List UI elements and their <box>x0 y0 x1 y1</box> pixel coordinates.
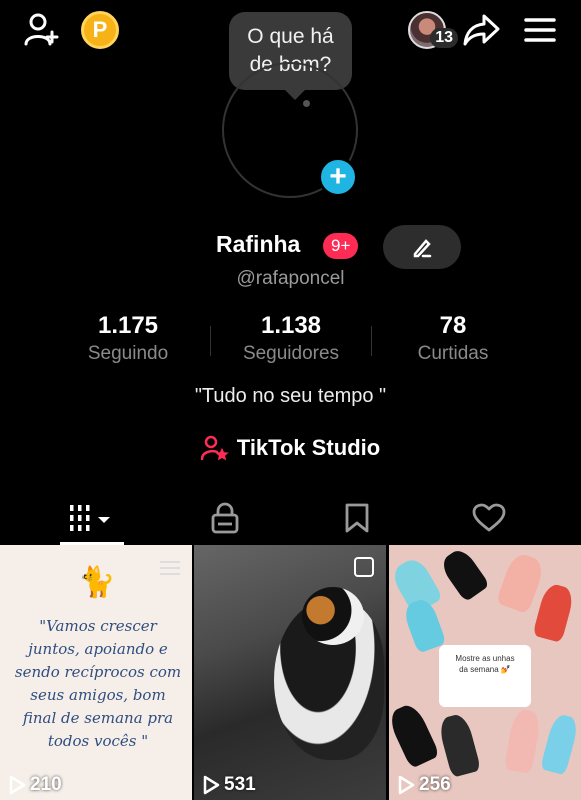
video-thumbnail[interactable]: 🐈 "Vamos crescer juntos, apoiando e send… <box>0 545 192 800</box>
nail-art <box>503 708 543 774</box>
pencil-icon <box>413 239 432 258</box>
name-row: Rafinha 9+ <box>0 225 581 269</box>
view-count: 210 <box>8 774 62 796</box>
video-grid: 🐈 "Vamos crescer juntos, apoiando e send… <box>0 545 581 800</box>
heart-icon <box>472 503 505 531</box>
likes-count: 78 <box>439 312 467 339</box>
menu-icon[interactable] <box>518 10 562 50</box>
bubble-line1: O que há <box>247 25 334 48</box>
following-label: Seguindo <box>87 343 169 364</box>
name-badge[interactable]: 9+ <box>323 233 359 259</box>
bookmark-icon <box>345 503 368 532</box>
view-count-value: 256 <box>419 774 451 795</box>
nail-art <box>436 712 482 778</box>
grid-dropdown-icon <box>69 504 110 531</box>
nails-question-card: Mostre as unhas da semana 💅 <box>439 645 531 707</box>
cat-face <box>302 587 364 645</box>
nail-art <box>532 582 576 643</box>
followers-count: 1.138 <box>260 312 322 339</box>
tiktok-studio-link[interactable]: TikTok Studio <box>0 432 581 464</box>
add-avatar-plus-icon[interactable]: + <box>318 157 358 197</box>
video-thumbnail[interactable]: Mostre as unhas da semana 💅 256 <box>389 545 581 800</box>
profile-handle: @rafaponcel <box>236 268 345 289</box>
likes-label: Curtidas <box>417 343 489 364</box>
stat-likes[interactable]: 78 Curtidas <box>378 312 528 365</box>
stat-divider <box>210 326 211 356</box>
text-lines-icon <box>160 561 180 563</box>
tab-liked[interactable] <box>416 490 561 545</box>
play-icon <box>9 775 26 795</box>
tab-videos[interactable] <box>20 490 165 545</box>
cat-emoji-icon: 🐈 <box>78 566 116 599</box>
multi-photo-icon <box>354 557 374 577</box>
video-quote-text: "Vamos crescer juntos, apoiando e sendo … <box>14 617 182 750</box>
video-thumbnail[interactable]: 531 <box>194 545 386 800</box>
profile-name: Rafinha <box>216 231 301 257</box>
following-count: 1.175 <box>97 312 159 339</box>
add-friend-icon[interactable] <box>22 10 62 50</box>
bubble-pointer-dot <box>303 100 310 107</box>
view-count: 531 <box>202 774 256 796</box>
profile-bio: "Tudo no seu tempo " <box>194 385 387 407</box>
nail-art <box>539 712 581 776</box>
play-icon <box>398 775 415 795</box>
friends-avatar[interactable]: 13 <box>398 10 458 50</box>
view-count-value: 531 <box>224 774 256 795</box>
stat-followers[interactable]: 1.138 Seguidores <box>216 312 366 365</box>
nail-art <box>495 550 547 615</box>
play-icon <box>203 775 220 795</box>
coin-icon[interactable]: P <box>80 10 120 50</box>
profile-tabs <box>0 490 581 545</box>
lock-icon <box>211 502 238 533</box>
edit-profile-button[interactable] <box>383 225 461 269</box>
profile-stats: 1.175 Seguindo 1.138 Seguidores 78 Curti… <box>0 312 581 372</box>
tab-saved[interactable] <box>284 490 429 545</box>
followers-label: Seguidores <box>242 343 340 364</box>
studio-label: TikTok Studio <box>236 435 381 460</box>
stat-following[interactable]: 1.175 Seguindo <box>53 312 203 365</box>
friends-count-badge: 13 <box>430 28 458 48</box>
nail-art <box>389 701 441 769</box>
stat-divider <box>371 326 372 356</box>
tab-private[interactable] <box>152 490 297 545</box>
view-count: 256 <box>397 774 451 796</box>
studio-user-star-icon <box>200 435 229 461</box>
share-icon[interactable] <box>460 10 504 50</box>
card-text-1: Mostre as unhas <box>455 654 515 663</box>
card-text-2: da semana 💅 <box>459 665 511 674</box>
nail-art <box>401 596 447 654</box>
nail-art <box>437 545 491 603</box>
view-count-value: 210 <box>30 774 62 795</box>
